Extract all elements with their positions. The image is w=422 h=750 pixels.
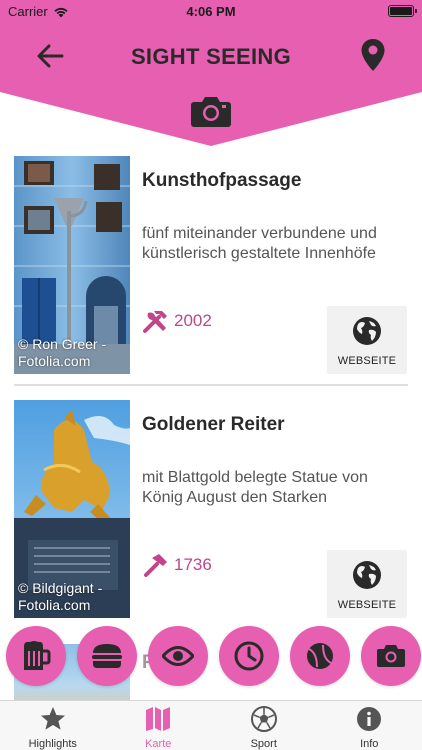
tab-karte[interactable]: Karte: [106, 701, 212, 750]
sight-name: Goldener Reiter: [142, 414, 285, 435]
camera-icon: [191, 97, 231, 127]
list-item[interactable]: © Ron Greer - Fotolia.com Kunsthofpassag…: [0, 150, 422, 386]
sight-photo: © Ron Greer - Fotolia.com: [14, 156, 130, 374]
star-icon: [40, 707, 65, 730]
website-button[interactable]: WEBSEITE: [327, 550, 407, 618]
tab-bar: Highlights Karte Sport Info: [0, 700, 422, 750]
sight-name: Kunsthofpassage: [142, 170, 302, 191]
eye-icon: [162, 646, 194, 666]
category-filter-bar: [0, 626, 422, 688]
year-row: 2002: [142, 308, 212, 334]
website-button[interactable]: WEBSEITE: [327, 306, 407, 374]
year-label: 1736: [174, 555, 212, 574]
tab-sport[interactable]: Sport: [211, 701, 317, 750]
header: SIGHT SEEING: [0, 22, 422, 150]
camera-icon: [377, 645, 405, 667]
website-label: WEBSEITE: [337, 355, 397, 367]
ball-icon: [307, 643, 333, 669]
food-filter-button[interactable]: [77, 626, 137, 686]
clock-icon: [234, 641, 264, 671]
sight-list[interactable]: © Ron Greer - Fotolia.com Kunsthofpassag…: [0, 150, 422, 700]
tab-label: Sport: [250, 738, 277, 750]
photo-credit: © Bildgigant - Fotolia.com: [18, 580, 103, 613]
tab-label: Info: [360, 738, 379, 750]
info-icon: [357, 707, 382, 731]
year-label: 2002: [174, 311, 212, 330]
map-icon: [146, 707, 171, 731]
beer-mug-icon: [24, 641, 51, 670]
sport-filter-button[interactable]: [290, 626, 350, 686]
tab-label: Karte: [145, 738, 172, 750]
burger-icon: [92, 644, 122, 668]
list-item[interactable]: © Bildgigant - Fotolia.com Goldener Reit…: [0, 394, 422, 630]
tab-label: Highlights: [28, 738, 77, 750]
year-row: 1736: [142, 552, 212, 578]
location-pin-icon[interactable]: [360, 38, 386, 72]
website-label: WEBSEITE: [337, 599, 397, 611]
sight-description: fünf miteinander verbundene und künstler…: [142, 225, 377, 262]
hammer-wrench-icon: [143, 311, 167, 333]
globe-icon: [353, 317, 381, 345]
page-title: SIGHT SEEING: [130, 44, 292, 69]
photo-credit: © Ron Greer - Fotolia.com: [18, 336, 107, 369]
divider: [14, 384, 408, 386]
hammer-icon: [144, 554, 167, 577]
beer-filter-button[interactable]: [6, 626, 66, 686]
globe-icon: [353, 561, 381, 589]
opening-hours-filter-button[interactable]: [219, 626, 279, 686]
battery-icon: [388, 5, 417, 17]
soccer-ball-icon: [250, 706, 277, 732]
sight-description: mit Blattgold belegte Statue von König A…: [142, 469, 368, 506]
tab-highlights[interactable]: Highlights: [0, 701, 106, 750]
photo-filter-button[interactable]: [361, 626, 421, 686]
clock-time: 4:06 PM: [186, 4, 236, 19]
sights-filter-button[interactable]: [148, 626, 208, 686]
tab-info[interactable]: Info: [317, 701, 422, 750]
status-bar: Carrier 4:06 PM: [0, 0, 422, 22]
sight-photo: © Bildgigant - Fotolia.com: [14, 400, 130, 618]
